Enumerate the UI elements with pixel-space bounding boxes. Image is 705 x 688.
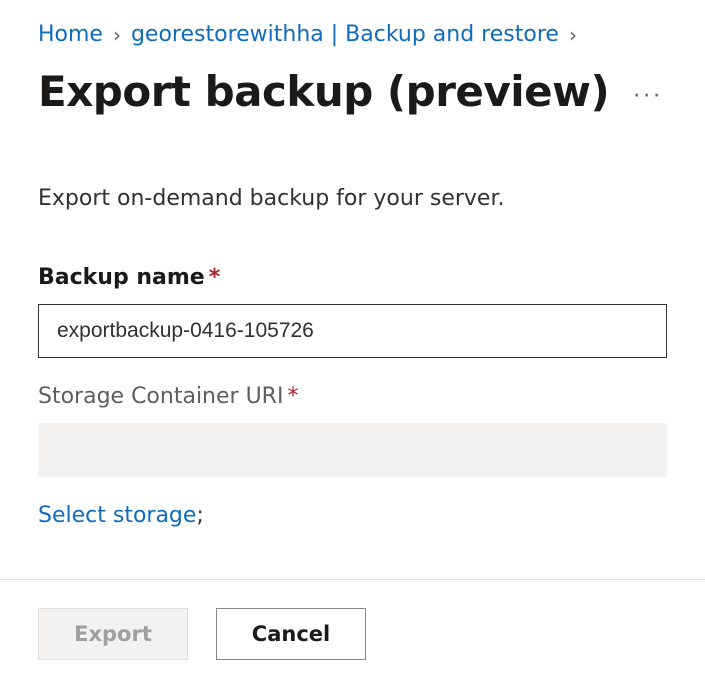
storage-uri-label-text: Storage Container URI [38, 384, 283, 409]
select-storage-line: Select storage; [38, 503, 667, 528]
required-asterisk: * [287, 384, 298, 409]
backup-name-input[interactable] [38, 304, 667, 358]
title-row: Export backup (preview) ··· [0, 57, 705, 116]
select-storage-suffix: ; [196, 503, 203, 528]
breadcrumb: Home › georestorewithha | Backup and res… [0, 0, 705, 57]
storage-uri-label: Storage Container URI* [38, 384, 667, 409]
chevron-right-icon: › [109, 23, 125, 47]
storage-uri-field: Storage Container URI* [38, 384, 667, 477]
content-area: Export on-demand backup for your server.… [0, 116, 705, 528]
more-icon[interactable]: ··· [633, 74, 663, 109]
footer-actions: Export Cancel [0, 579, 705, 688]
required-asterisk: * [209, 265, 221, 290]
chevron-right-icon: › [565, 23, 581, 47]
storage-uri-input [38, 423, 667, 477]
backup-name-field: Backup name* [38, 265, 667, 358]
breadcrumb-resource[interactable]: georestorewithha | Backup and restore [131, 22, 559, 47]
export-button: Export [38, 608, 188, 660]
backup-name-label-text: Backup name [38, 265, 205, 290]
breadcrumb-home[interactable]: Home [38, 22, 103, 47]
cancel-button[interactable]: Cancel [216, 608, 366, 660]
backup-name-label: Backup name* [38, 265, 667, 290]
page-title: Export backup (preview) [38, 67, 609, 116]
select-storage-link[interactable]: Select storage [38, 503, 196, 528]
page-description: Export on-demand backup for your server. [38, 186, 667, 211]
